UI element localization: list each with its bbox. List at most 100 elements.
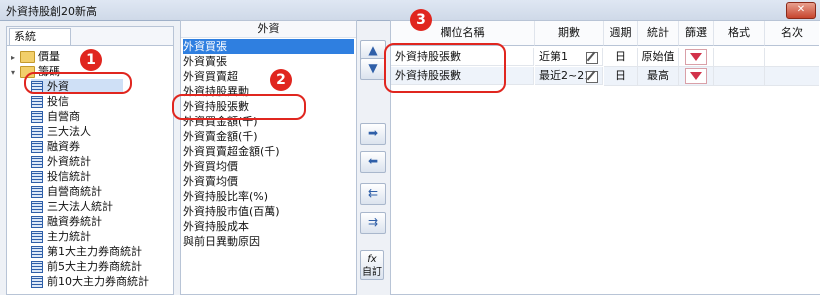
field-item[interactable]: 外資買張 (183, 39, 354, 54)
table-icon (31, 171, 43, 183)
filter-icon (690, 53, 702, 61)
tab-strip: 系統 (7, 27, 173, 46)
field-list-panel: 外資 外資買張 外資賣張 外資買賣超 外資持股異動 外資持股張數 外資買金額(千… (180, 20, 357, 295)
field-item[interactable]: 外資買均價 (183, 159, 354, 174)
field-item[interactable]: 外資賣張 (183, 54, 354, 69)
tree-node-item[interactable]: 第1大主力券商統計 (31, 244, 142, 259)
cell-cycle[interactable]: 日 (604, 67, 638, 86)
cell-filter[interactable] (679, 48, 714, 67)
expander-icon[interactable]: ▾ (11, 65, 20, 80)
cell-format[interactable] (714, 67, 765, 86)
move-down-button[interactable]: ▼ (360, 58, 386, 80)
tree-node-item[interactable]: 投信統計 (31, 169, 91, 184)
field-item[interactable]: 與前日異動原因 (183, 234, 354, 249)
step-badge-3: 3 (410, 9, 432, 31)
tree-node-label: 第1大主力券商統計 (47, 245, 142, 258)
tree-node-label: 價量 (38, 50, 60, 63)
tree-node-label: 自營商 (47, 110, 80, 123)
field-item[interactable]: 外資持股成本 (183, 219, 354, 234)
col-header-filter[interactable]: 篩選 (679, 21, 714, 46)
tree-node-item[interactable]: 融資券 (31, 139, 80, 154)
tree-node-item[interactable]: 自營商 (31, 109, 80, 124)
tree-node-label: 外資統計 (47, 155, 91, 168)
period-value: 最近2~21 (539, 69, 592, 82)
cell-rank[interactable] (765, 67, 819, 86)
tree-node-label: 前10大主力券商統計 (47, 275, 149, 288)
add-all-button[interactable]: ⇇ (360, 183, 386, 205)
custom-label: 自訂 (362, 267, 382, 278)
field-item[interactable]: 外資持股比率(%) (183, 189, 354, 204)
filter-box[interactable] (685, 68, 707, 84)
tree-node-label: 前5大主力券商統計 (47, 260, 142, 273)
cell-filter[interactable] (679, 67, 714, 86)
highlight-oval-3 (384, 43, 506, 93)
tree-node-item[interactable]: 三大法人統計 (31, 199, 113, 214)
tab-system[interactable]: 系統 (9, 28, 71, 45)
field-item[interactable]: 外資賣均價 (183, 174, 354, 189)
highlight-oval-2 (172, 94, 306, 120)
cell-stat[interactable]: 最高 (638, 67, 679, 86)
custom-formula-button[interactable]: fx 自訂 (360, 250, 384, 280)
tree-node-label: 融資券統計 (47, 215, 102, 228)
table-icon (31, 186, 43, 198)
table-icon (31, 111, 43, 123)
close-button[interactable]: ✕ (786, 2, 816, 19)
field-list-header: 外資 (181, 21, 356, 38)
period-value: 近第1 (539, 50, 568, 63)
tree-node-item[interactable]: 融資券統計 (31, 214, 102, 229)
tree-node-item[interactable]: 投信 (31, 94, 69, 109)
cell-period[interactable]: 最近2~21 (535, 67, 603, 85)
highlight-oval-1 (24, 72, 132, 94)
table-icon (31, 216, 43, 228)
tree-node-label: 融資券 (47, 140, 80, 153)
col-header-stat[interactable]: 統計 (638, 21, 679, 46)
folder-icon (20, 51, 35, 63)
expander-icon[interactable]: ▸ (11, 50, 20, 65)
col-header-period[interactable]: 期數 (535, 21, 604, 46)
tree-node-label: 三大法人統計 (47, 200, 113, 213)
tree-node-label: 投信統計 (47, 170, 91, 183)
table-icon (31, 276, 43, 288)
cell-cycle[interactable]: 日 (604, 48, 638, 67)
tree-node-item[interactable]: 主力統計 (31, 229, 91, 244)
tree-node-item[interactable]: 外資統計 (31, 154, 91, 169)
col-header-rank[interactable]: 名次 (765, 21, 819, 46)
col-header-cycle[interactable]: 週期 (604, 21, 638, 46)
filter-icon (690, 72, 702, 80)
table-icon (31, 231, 43, 243)
window-title: 外資持股創20新高 (6, 5, 97, 18)
field-item[interactable]: 外資持股市值(百萬) (183, 204, 354, 219)
tree-node-item[interactable]: 自營商統計 (31, 184, 102, 199)
tree-node-item[interactable]: 前5大主力券商統計 (31, 259, 142, 274)
table-icon (31, 201, 43, 213)
table-icon (31, 126, 43, 138)
tree-node-label: 自營商統計 (47, 185, 102, 198)
edit-icon[interactable] (586, 52, 598, 64)
remove-field-button[interactable]: ⬅ (360, 151, 386, 173)
fx-icon: fx (367, 254, 377, 265)
field-item[interactable]: 外資買賣超金額(千) (183, 144, 354, 159)
tree-node-label: 主力統計 (47, 230, 91, 243)
tree-node-item[interactable]: 三大法人 (31, 124, 91, 139)
cell-rank[interactable] (765, 48, 819, 67)
table-icon (31, 156, 43, 168)
cell-format[interactable] (714, 48, 765, 67)
tree-node-item[interactable]: 前10大主力券商統計 (31, 274, 149, 289)
remove-all-button[interactable]: ⇉ (360, 212, 386, 234)
table-icon (31, 261, 43, 273)
field-item[interactable]: 外資賣金額(千) (183, 129, 354, 144)
cell-period[interactable]: 近第1 (535, 48, 603, 66)
step-badge-2: 2 (270, 69, 292, 91)
table-icon (31, 96, 43, 108)
col-header-format[interactable]: 格式 (714, 21, 765, 46)
tree-node-price-volume[interactable]: ▸ 價量 (11, 49, 60, 64)
tree-node-label: 投信 (47, 95, 69, 108)
add-field-button[interactable]: ➡ (360, 123, 386, 145)
tree-node-label: 三大法人 (47, 125, 91, 138)
edit-icon[interactable] (586, 71, 598, 83)
filter-box[interactable] (685, 49, 707, 65)
table-icon (31, 141, 43, 153)
cell-stat[interactable]: 原始值 (638, 48, 679, 67)
table-icon (31, 246, 43, 258)
field-item[interactable]: 外資買賣超 (183, 69, 354, 84)
